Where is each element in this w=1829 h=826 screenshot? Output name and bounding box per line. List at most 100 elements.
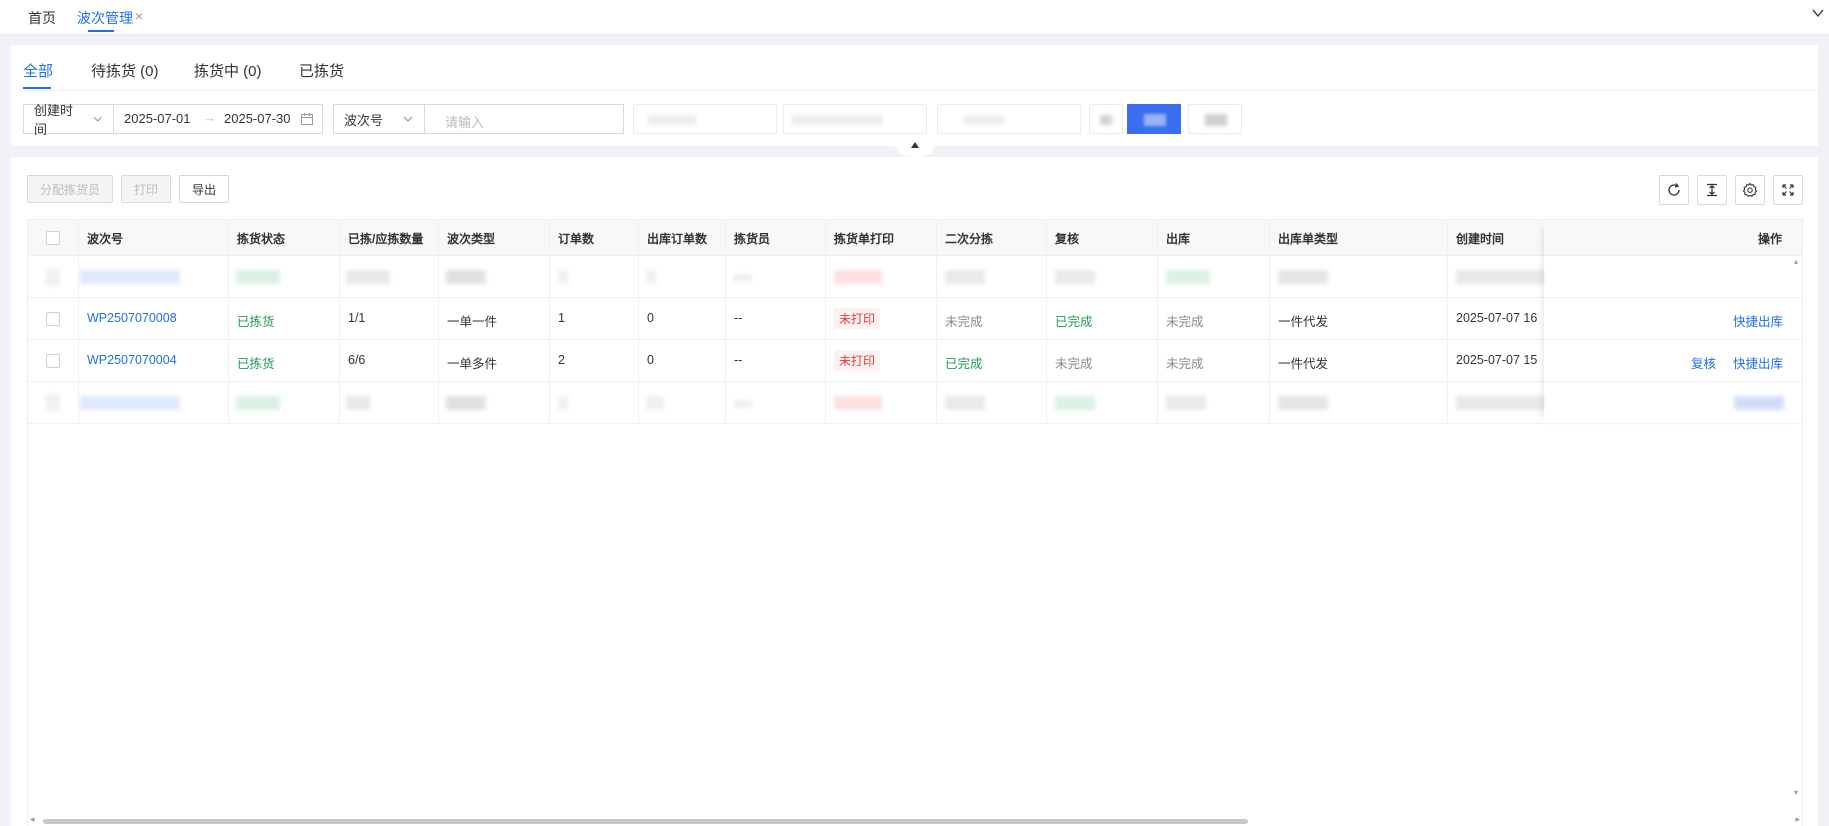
chevron-down-icon[interactable] [1811, 6, 1825, 20]
fullscreen-button[interactable] [1773, 175, 1803, 205]
column-header[interactable]: 二次分拣 [945, 230, 993, 247]
secondary-sort-status: 已完成 [945, 357, 983, 371]
settings-button[interactable] [1735, 175, 1765, 205]
refresh-button[interactable] [1659, 175, 1689, 205]
review-status: 已完成 [1055, 315, 1093, 329]
chevron-down-icon [94, 116, 103, 122]
blurred-small-button[interactable] [1089, 104, 1123, 134]
density-button[interactable] [1697, 175, 1727, 205]
pick-status: 已拣货 [237, 357, 275, 371]
fullscreen-icon [1782, 184, 1794, 196]
column-header[interactable]: 拣货状态 [237, 230, 285, 247]
table-row[interactable]: WP2507070008 已拣货 1/1 一单一件 1 0 -- 未打印 未完成… [28, 298, 1802, 340]
table-row-blurred[interactable] [28, 256, 1802, 298]
scrollbar-thumb[interactable] [43, 819, 1248, 824]
main-panel: 分配拣货员 打印 导出 波次号 拣货状态 已拣/应拣数量 波次类型 订单数 出库… [11, 157, 1818, 826]
tab-wave-management[interactable]: 波次管理 [77, 8, 133, 28]
collapse-filter-toggle[interactable] [893, 139, 937, 157]
scroll-right-icon[interactable]: ▸ [1795, 814, 1800, 825]
date-range-picker[interactable]: 2025-07-01 → 2025-07-30 [113, 104, 323, 134]
wave-type: 一单一件 [447, 315, 498, 329]
secondary-sort-status: 未完成 [945, 315, 983, 329]
order-count: 1 [558, 311, 565, 325]
column-header[interactable]: 拣货单打印 [834, 230, 894, 247]
column-header[interactable]: 订单数 [558, 230, 594, 247]
close-tab-icon[interactable]: × [135, 8, 143, 24]
outbound-status: 未完成 [1166, 357, 1204, 371]
created-time: 2025-07-07 15 [1456, 353, 1538, 367]
quick-outbound-link[interactable]: 快捷出库 [1733, 311, 1783, 330]
picker: -- [734, 353, 743, 367]
vertical-scrollbar[interactable]: ▴ ▾ [1793, 257, 1803, 797]
column-header[interactable]: 复核 [1055, 230, 1079, 247]
search-input[interactable]: 请输入 [424, 104, 624, 134]
column-header[interactable]: 波次类型 [447, 230, 495, 247]
blurred-filter-2[interactable] [783, 104, 927, 134]
search-button[interactable] [1127, 104, 1181, 134]
wave-table: 波次号 拣货状态 已拣/应拣数量 波次类型 订单数 出库订单数 拣货员 拣货单打… [27, 219, 1803, 826]
calendar-icon [301, 113, 313, 125]
reset-button[interactable] [1188, 104, 1242, 134]
blurred-filter-3[interactable] [937, 104, 1081, 134]
column-height-icon [1707, 183, 1717, 197]
picked-quantity: 6/6 [348, 353, 366, 367]
scroll-up-icon[interactable]: ▴ [1794, 257, 1798, 266]
gear-icon [1742, 182, 1758, 197]
chevron-down-icon [403, 116, 413, 122]
status-tab-picked[interactable]: 已拣货 [299, 60, 344, 81]
outbound-type: 一件代发 [1278, 315, 1329, 329]
status-tab-picking[interactable]: 拣货中 (0) [194, 60, 262, 81]
status-tab-pending[interactable]: 待拣货 (0) [91, 60, 159, 81]
export-button[interactable]: 导出 [179, 175, 229, 203]
search-placeholder: 请输入 [445, 115, 485, 130]
row-checkbox[interactable] [46, 354, 60, 368]
status-tab-all[interactable]: 全部 [23, 60, 53, 81]
quick-outbound-link[interactable]: 快捷出库 [1733, 353, 1783, 372]
status-tab-indicator [23, 87, 51, 89]
column-header[interactable]: 已拣/应拣数量 [348, 230, 423, 247]
actions-column: 快捷出库 复核 快捷出库 [1544, 220, 1802, 424]
column-header[interactable]: 出库单类型 [1278, 230, 1338, 247]
tabs-divider [23, 90, 1818, 91]
tab-home[interactable]: 首页 [28, 8, 56, 28]
search-field-label: 波次号 [344, 112, 384, 128]
wave-no-link[interactable]: WP2507070004 [87, 353, 177, 367]
table-row-blurred[interactable] [28, 382, 1802, 424]
date-field-label: 创建时间 [34, 103, 74, 137]
outbound-type: 一件代发 [1278, 357, 1329, 371]
picked-quantity: 1/1 [348, 311, 366, 325]
outbound-status: 未完成 [1166, 315, 1204, 329]
filter-panel: 全部 待拣货 (0) 拣货中 (0) 已拣货 创建时间 2025-07-01 →… [11, 45, 1818, 146]
top-tab-bar: 首页 波次管理 × [0, 0, 1829, 35]
column-header[interactable]: 拣货员 [734, 230, 770, 247]
column-header[interactable]: 波次号 [87, 230, 123, 247]
review-status: 未完成 [1055, 357, 1093, 371]
row-checkbox[interactable] [46, 312, 60, 326]
review-link[interactable]: 复核 [1691, 353, 1716, 372]
blurred-filter-1[interactable] [633, 104, 777, 134]
horizontal-scrollbar[interactable]: ◂ ▸ [27, 814, 1803, 826]
table-row[interactable]: WP2507070004 已拣货 6/6 一单多件 2 0 -- 未打印 已完成… [28, 340, 1802, 382]
column-header[interactable]: 创建时间 [1456, 230, 1504, 247]
scroll-left-icon[interactable]: ◂ [30, 814, 35, 825]
assign-picker-button[interactable]: 分配拣货员 [27, 175, 113, 203]
refresh-icon [1668, 183, 1680, 196]
outbound-order-count: 0 [647, 311, 654, 325]
caret-up-icon [911, 142, 919, 148]
column-header[interactable]: 出库订单数 [647, 230, 707, 247]
search-field-select[interactable]: 波次号 [333, 104, 425, 134]
scroll-down-icon[interactable]: ▾ [1794, 788, 1798, 797]
date-field-select[interactable]: 创建时间 [23, 103, 114, 137]
print-button[interactable]: 打印 [121, 175, 171, 203]
print-status-badge: 未打印 [834, 308, 881, 329]
table-header: 波次号 拣货状态 已拣/应拣数量 波次类型 订单数 出库订单数 拣货员 拣货单打… [28, 220, 1802, 256]
date-start: 2025-07-01 [124, 111, 191, 126]
column-header[interactable]: 出库 [1166, 230, 1190, 247]
arrow-right-icon: → [203, 110, 216, 125]
select-all-checkbox[interactable] [46, 231, 60, 245]
print-status-badge: 未打印 [834, 350, 881, 371]
order-count: 2 [558, 353, 565, 367]
wave-type: 一单多件 [447, 357, 498, 371]
pick-status: 已拣货 [237, 315, 275, 329]
wave-no-link[interactable]: WP2507070008 [87, 311, 177, 325]
